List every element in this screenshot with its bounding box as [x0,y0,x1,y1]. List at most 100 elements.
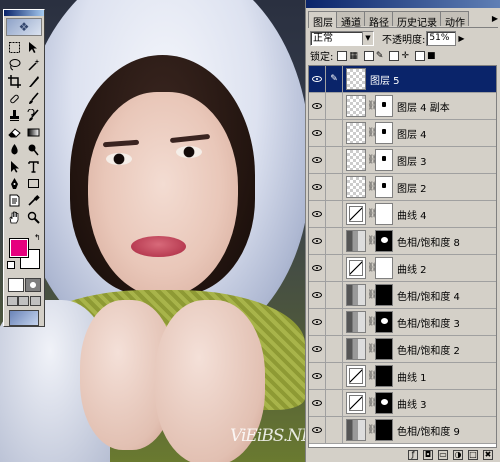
layer-row[interactable]: ⛓ 色相/饱和度 3 [309,309,496,336]
layer-row[interactable]: ⛓ 色相/饱和度 4 [309,282,496,309]
layer-mask-thumbnail[interactable] [375,257,393,279]
mask-link-icon[interactable]: ⛓ [367,317,378,327]
blend-mode-select[interactable]: 正常 ▼ [310,30,374,46]
layer-thumbnail[interactable] [346,365,366,387]
visibility-toggle[interactable] [309,120,326,146]
layer-thumbnail[interactable] [346,419,366,441]
visibility-toggle[interactable] [309,201,326,227]
document-canvas[interactable]: ViEiBS.NET [0,0,305,462]
layer-row[interactable]: ⛓ 曲线 3 [309,390,496,417]
layer-thumbnail[interactable] [346,230,366,252]
layer-thumbnail[interactable] [346,392,366,414]
new-set-icon[interactable]: ▭ [438,450,448,460]
mask-link-icon[interactable]: ⛓ [367,182,378,192]
brush-icon[interactable]: ✎ [326,66,343,92]
layer-row[interactable]: ⛓ 色相/饱和度 9 [309,417,496,444]
visibility-toggle[interactable] [309,363,326,389]
link-toggle[interactable] [326,201,343,227]
tab-channels[interactable]: 通道 [336,11,365,29]
layer-row[interactable]: ⛓ 曲线 1 [309,363,496,390]
opacity-slider-icon[interactable]: ▶ [458,34,464,43]
layer-style-icon[interactable]: ƒ [408,450,418,460]
layer-thumbnail[interactable] [346,311,366,333]
palette-titlebar[interactable] [306,0,500,8]
lasso-icon[interactable] [5,56,24,73]
lock-transparency-checkbox[interactable] [337,50,348,61]
layer-row[interactable]: ⛓ 色相/饱和度 2 [309,336,496,363]
zoom-icon[interactable] [24,209,43,226]
mask-link-icon[interactable]: ⛓ [367,425,378,435]
standard-screen-icon[interactable] [7,296,19,306]
marquee-icon[interactable] [5,39,24,56]
chevron-down-icon[interactable]: ▼ [362,31,373,45]
layer-thumbnail[interactable] [346,122,366,144]
mask-link-icon[interactable]: ⛓ [367,344,378,354]
layer-mask-thumbnail[interactable] [375,149,393,171]
layer-row[interactable]: ⛓ 色相/饱和度 8 [309,228,496,255]
tab-layers[interactable]: 图层 [308,11,337,29]
layer-mask-thumbnail[interactable] [375,284,393,306]
layer-thumbnail[interactable] [346,257,366,279]
visibility-toggle[interactable] [309,147,326,173]
layer-mask-thumbnail[interactable] [375,176,393,198]
link-toggle[interactable] [326,363,343,389]
layer-mask-thumbnail[interactable] [375,122,393,144]
mask-link-icon[interactable]: ⛓ [367,209,378,219]
hand-icon[interactable] [5,209,24,226]
mask-link-icon[interactable]: ⛓ [367,236,378,246]
full-screen-menu-icon[interactable] [18,296,30,306]
eyedropper-icon[interactable] [24,192,43,209]
palette-menu-icon[interactable]: ▶ [492,11,498,27]
slice-icon[interactable] [24,73,43,90]
magic-wand-icon[interactable] [24,56,43,73]
lock-position-checkbox[interactable] [389,50,400,61]
mask-link-icon[interactable]: ⛓ [367,155,378,165]
layer-thumbnail[interactable] [346,95,366,117]
layer-thumbnail[interactable] [346,284,366,306]
opacity-input[interactable]: 51% [426,30,457,46]
lock-all-checkbox[interactable] [414,50,425,61]
mask-link-icon[interactable]: ⛓ [367,398,378,408]
layer-mask-thumbnail[interactable] [375,230,393,252]
dodge-icon[interactable] [24,141,43,158]
mask-link-icon[interactable]: ⛓ [367,101,378,111]
link-toggle[interactable] [326,309,343,335]
default-colors-icon[interactable] [7,261,15,269]
link-toggle[interactable] [326,93,343,119]
visibility-toggle[interactable] [309,336,326,362]
layer-thumbnail[interactable] [346,149,366,171]
link-toggle[interactable] [326,417,343,443]
adjustment-layer-icon[interactable]: ◑ [453,450,463,460]
tab-history[interactable]: 历史记录 [392,11,441,29]
layer-mask-thumbnail[interactable] [375,392,393,414]
visibility-toggle[interactable] [309,309,326,335]
visibility-toggle[interactable] [309,417,326,443]
visibility-toggle[interactable] [309,93,326,119]
mask-link-icon[interactable]: ⛓ [367,371,378,381]
link-toggle[interactable] [326,255,343,281]
link-toggle[interactable] [326,390,343,416]
layer-thumbnail[interactable] [346,176,366,198]
link-toggle[interactable] [326,228,343,254]
layer-row[interactable]: ⛓ 图层 4 [309,120,496,147]
new-layer-icon[interactable]: □ [468,450,478,460]
brush-icon[interactable] [24,90,43,107]
visibility-toggle[interactable] [309,282,326,308]
crop-icon[interactable] [5,73,24,90]
visibility-toggle[interactable] [309,66,326,92]
eraser-icon[interactable] [5,124,24,141]
visibility-toggle[interactable] [309,390,326,416]
visibility-toggle[interactable] [309,255,326,281]
move-icon[interactable] [24,39,43,56]
swap-colors-icon[interactable]: ↰ [34,233,41,242]
shape-icon[interactable] [24,175,43,192]
history-brush-icon[interactable] [24,107,43,124]
tab-paths[interactable]: 路径 [364,11,393,29]
visibility-toggle[interactable] [309,228,326,254]
delete-layer-icon[interactable]: ✖ [483,450,493,460]
type-icon[interactable] [24,158,43,175]
layer-thumbnail[interactable] [346,338,366,360]
full-screen-icon[interactable] [29,296,41,306]
notes-icon[interactable] [5,192,24,209]
tab-actions[interactable]: 动作 [440,11,469,29]
